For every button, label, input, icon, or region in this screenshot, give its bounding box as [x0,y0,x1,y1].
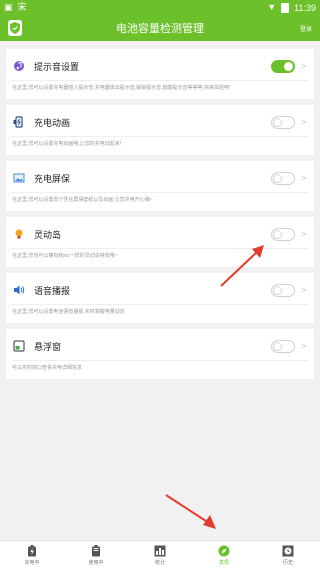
battery-status-icon [281,2,290,13]
divider [12,192,308,193]
floating-window-toggle[interactable] [270,339,295,353]
charging-screensaver-toggle[interactable] [270,171,295,185]
dynamic-island-toggle[interactable] [270,227,295,241]
tab-label: 充电中 [24,559,40,566]
tab-discover[interactable]: 发现 [192,541,256,569]
card-voice-broadcast[interactable]: 语音播报 > 在这里,您可以设置电池语音播报,实时掌握电量动态 [6,273,314,323]
battery-half-icon [90,544,102,557]
tab-statistics[interactable]: 统计 [128,541,192,569]
bulb-icon [12,227,26,241]
page-title: 电池容量检测管理 [116,23,204,35]
card-dynamic-island[interactable]: 灵动岛 > 在这里,您也可以拥有和ios一样的灵动岛特效哦~ [6,217,314,267]
tab-label: 历史 [282,559,293,566]
chevron-right-icon[interactable]: > [301,341,306,351]
card-description: 可以实时窗口查看充电详细信息 [12,365,83,371]
music-note-icon [12,59,26,73]
chevron-right-icon[interactable]: > [301,173,306,183]
image-icon [12,171,26,185]
charging-animation-toggle[interactable] [270,115,295,129]
battery-icon [26,544,38,557]
divider [12,360,308,361]
app-status-icon: ▣ [4,2,13,12]
card-description: 在这里,您也可以拥有和ios一样的灵动岛特效哦~ [12,253,118,259]
card-description: 在这里,您可以设置电池语音播报,实时掌握电量动态 [12,309,125,315]
chevron-right-icon[interactable]: > [301,117,306,127]
clock-icon [282,545,294,557]
status-left-label: 宋 [17,2,27,12]
card-floating-window[interactable]: 悬浮窗 > 可以实时窗口查看充电详细信息 [6,329,314,379]
card-title: 悬浮窗 [34,341,62,352]
bar-chart-icon [154,545,166,557]
chevron-right-icon[interactable]: > [301,61,306,71]
tab-label: 发现 [218,559,229,566]
divider [12,136,308,137]
tab-charging[interactable]: 充电中 [0,541,64,569]
floating-window-icon [12,339,26,353]
app-bar: 电池容量检测管理 登录 [0,15,320,41]
status-bar: ▣ 宋 ▼ 11:39 [0,0,320,15]
card-title: 灵动岛 [34,229,62,240]
card-title: 提示音设置 [34,61,80,72]
divider [12,304,308,305]
tab-label: 使用中 [88,559,104,566]
card-charging-animation[interactable]: 充电动画 > 在这里,您可以设置充电动画哦,让您的充电动起来! [6,105,314,155]
card-notification-sound[interactable]: 提示音设置 > 在这里,您可以设置充电器插入提示音,充电器拔出提示音,解锁提示音… [6,49,314,99]
wifi-icon: ▼ [267,2,277,12]
tab-history[interactable]: 历史 [256,541,320,569]
card-charging-screensaver[interactable]: 充电屏保 > 在这里,您可以设置您个性化屏保壁纸以及动画,让您充电开心嗨~ [6,161,314,211]
phone-charging-icon [12,115,26,129]
feature-list: 提示音设置 > 在这里,您可以设置充电器插入提示音,充电器拔出提示音,解锁提示音… [0,49,320,385]
speaker-icon [12,283,26,297]
bottom-tab-bar: 充电中 使用中 统计 发现 历史 [0,540,320,569]
divider [12,248,308,249]
compass-icon [218,545,230,557]
shield-logo-icon [8,20,22,36]
card-description: 在这里,您可以设置您个性化屏保壁纸以及动画,让您充电开心嗨~ [12,197,153,203]
voice-broadcast-toggle[interactable] [270,283,295,297]
status-time: 11:39 [294,2,316,13]
login-button[interactable]: 登录 [300,24,312,33]
card-description: 在这里,您可以设置充电器插入提示音,充电器拔出提示音,解锁提示音,鼓醒提示音等等… [12,85,231,91]
chevron-right-icon[interactable]: > [301,229,306,239]
card-description: 在这里,您可以设置充电动画哦,让您的充电动起来! [12,141,122,147]
chevron-right-icon[interactable]: > [301,285,306,295]
tab-label: 统计 [154,559,165,566]
card-title: 充电动画 [34,117,71,128]
notification-sound-toggle[interactable] [270,59,295,73]
tab-in-use[interactable]: 使用中 [64,541,128,569]
annotation-arrow-tab [165,494,216,529]
card-title: 语音播报 [34,285,71,296]
card-title: 充电屏保 [34,173,71,184]
divider [12,80,308,81]
